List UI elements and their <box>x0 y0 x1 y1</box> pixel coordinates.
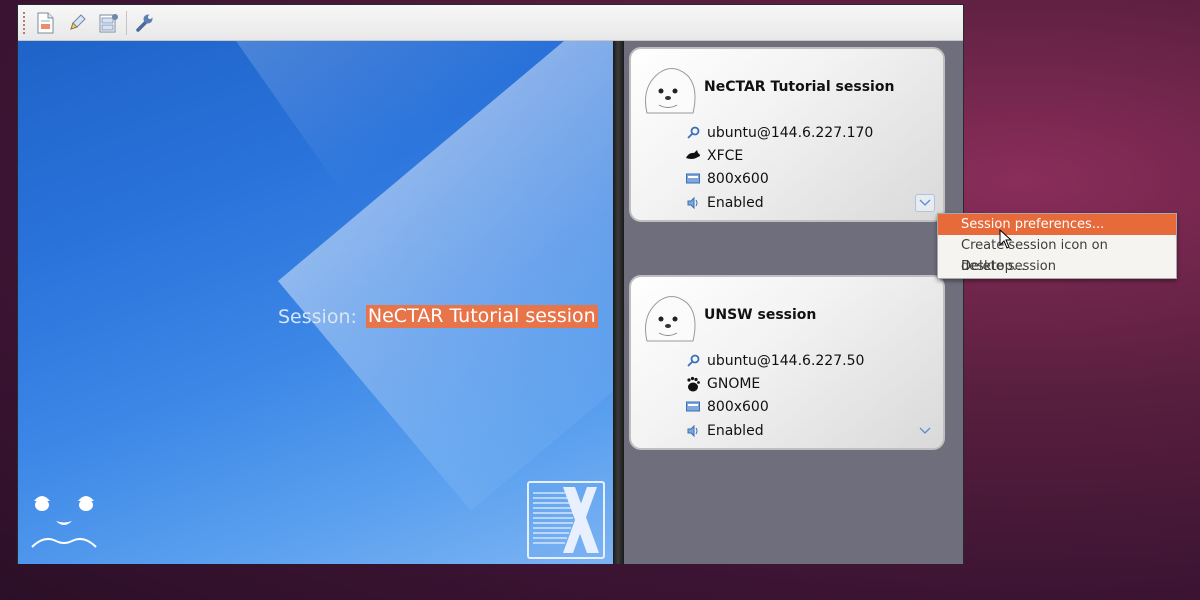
session-preview-pane: Session: NeCTAR Tutorial session <box>18 41 613 564</box>
chevron-down-icon <box>919 199 931 206</box>
selected-session-line: Session: NeCTAR Tutorial session <box>278 305 598 328</box>
new-session-button[interactable] <box>32 10 58 36</box>
session-label: Session: <box>278 305 357 328</box>
speaker-icon <box>685 195 701 211</box>
menu-item-create-desktop-icon[interactable]: Create session icon on desktop... <box>938 235 1176 274</box>
session-title: UNSW session <box>704 307 817 323</box>
sound-status: Enabled <box>707 195 764 211</box>
chevron-down-icon <box>919 427 931 434</box>
session-settings-button[interactable] <box>96 10 122 36</box>
sound-row: Enabled <box>685 195 764 211</box>
seal-avatar-icon <box>645 68 696 114</box>
sound-status: Enabled <box>707 423 764 439</box>
server-address: ubuntu@144.6.227.170 <box>707 125 874 141</box>
seal-avatar-icon <box>645 296 696 342</box>
edit-pencil-icon <box>70 14 86 30</box>
menu-item-delete-session[interactable]: Delete session <box>938 256 1176 277</box>
sound-row: Enabled <box>685 423 764 439</box>
toolbar <box>18 5 963 41</box>
server-row: ubuntu@144.6.227.170 <box>685 125 873 141</box>
edit-session-button[interactable] <box>64 10 90 36</box>
preferences-button[interactable] <box>132 10 158 36</box>
new-session-icon <box>37 12 54 34</box>
xfce-mouse-icon <box>685 148 701 164</box>
session-settings-icon <box>99 14 118 33</box>
session-menu-button[interactable] <box>915 422 935 440</box>
session-context-menu: Session preferences... Create session ic… <box>937 213 1177 279</box>
toolbar-grip[interactable] <box>22 11 26 35</box>
session-menu-button[interactable] <box>915 194 935 212</box>
session-card[interactable]: UNSW session ubuntu@144.6.227.50 GNOME 8… <box>629 275 945 450</box>
session-list: NeCTAR Tutorial session ubuntu@144.6.227… <box>624 41 963 564</box>
server-address: ubuntu@144.6.227.50 <box>707 353 865 369</box>
x-window-system-logo <box>527 481 605 559</box>
session-name-value: NeCTAR Tutorial session <box>365 305 598 328</box>
desktop-row: GNOME <box>685 376 760 392</box>
desktop-row: XFCE <box>685 148 743 164</box>
session-title: NeCTAR Tutorial session <box>704 79 895 95</box>
seal-mascot-logo <box>31 496 97 548</box>
server-key-icon <box>685 125 701 141</box>
pane-splitter[interactable] <box>613 41 624 564</box>
toolbar-separator <box>126 11 127 35</box>
screen-resolution: 800x600 <box>707 399 769 415</box>
speaker-icon <box>685 423 701 439</box>
display-icon <box>685 399 701 415</box>
desktop-environment: GNOME <box>707 376 761 392</box>
session-card[interactable]: NeCTAR Tutorial session ubuntu@144.6.227… <box>629 47 945 222</box>
resolution-row: 800x600 <box>685 399 769 415</box>
wrench-icon <box>136 14 153 32</box>
desktop-environment: XFCE <box>707 148 744 164</box>
mouse-cursor-icon <box>999 229 1013 249</box>
menu-item-session-preferences[interactable]: Session preferences... <box>938 214 1176 235</box>
x2go-client-window: Session: NeCTAR Tutorial session NeCTAR … <box>17 4 964 564</box>
server-row: ubuntu@144.6.227.50 <box>685 353 864 369</box>
resolution-row: 800x600 <box>685 171 769 187</box>
screen-resolution: 800x600 <box>707 171 769 187</box>
display-icon <box>685 171 701 187</box>
server-key-icon <box>685 353 701 369</box>
gnome-foot-icon <box>685 376 701 392</box>
